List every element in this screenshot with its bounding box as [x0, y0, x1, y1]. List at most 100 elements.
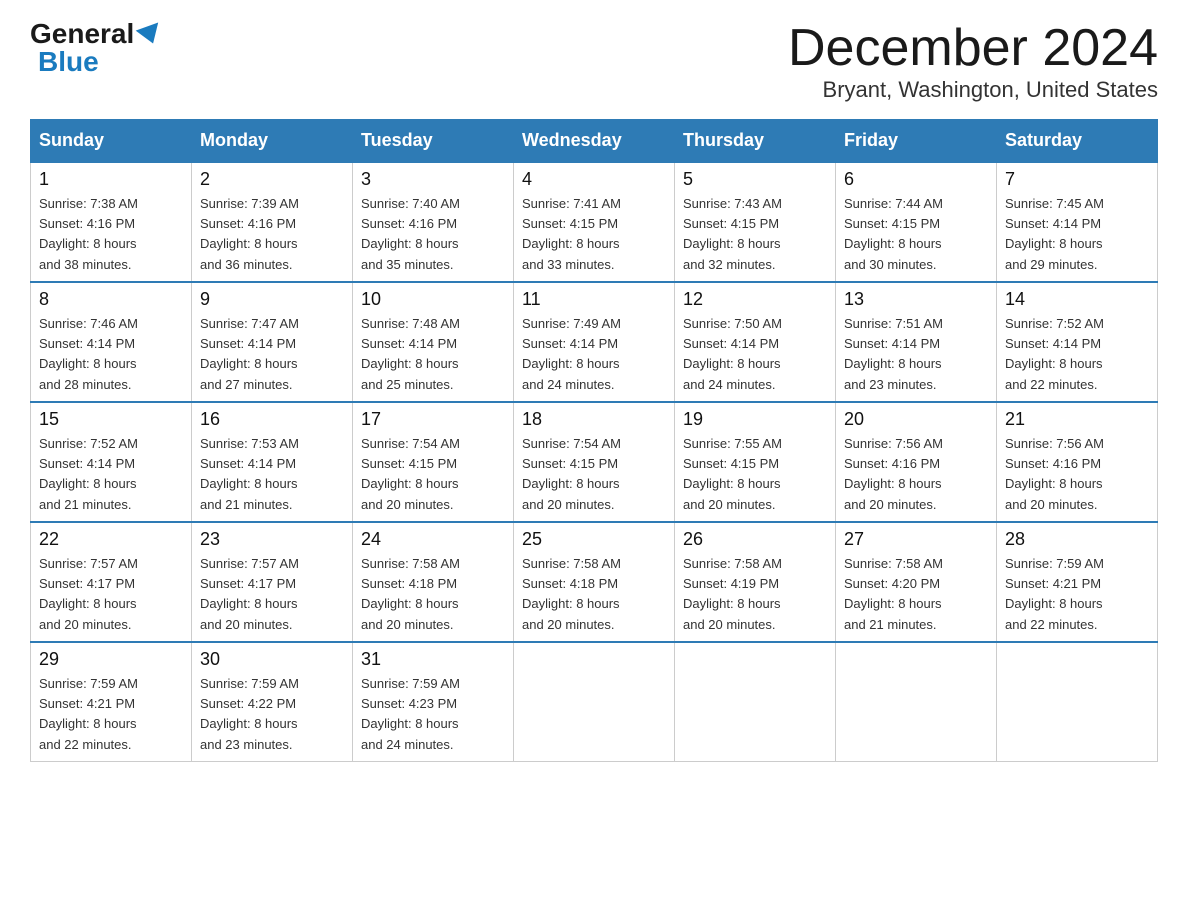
logo-blue-text: Blue [38, 48, 162, 76]
day-number: 12 [683, 289, 827, 310]
header-wednesday: Wednesday [514, 120, 675, 163]
header-friday: Friday [836, 120, 997, 163]
day-number: 31 [361, 649, 505, 670]
calendar-cell: 4 Sunrise: 7:41 AM Sunset: 4:15 PM Dayli… [514, 162, 675, 282]
header-saturday: Saturday [997, 120, 1158, 163]
day-number: 7 [1005, 169, 1149, 190]
calendar-cell: 18 Sunrise: 7:54 AM Sunset: 4:15 PM Dayl… [514, 402, 675, 522]
day-info: Sunrise: 7:58 AM Sunset: 4:18 PM Dayligh… [522, 554, 666, 635]
day-number: 6 [844, 169, 988, 190]
day-info: Sunrise: 7:43 AM Sunset: 4:15 PM Dayligh… [683, 194, 827, 275]
day-number: 19 [683, 409, 827, 430]
day-number: 10 [361, 289, 505, 310]
calendar-header-row: Sunday Monday Tuesday Wednesday Thursday… [31, 120, 1158, 163]
day-number: 21 [1005, 409, 1149, 430]
day-info: Sunrise: 7:49 AM Sunset: 4:14 PM Dayligh… [522, 314, 666, 395]
day-info: Sunrise: 7:59 AM Sunset: 4:21 PM Dayligh… [1005, 554, 1149, 635]
day-info: Sunrise: 7:59 AM Sunset: 4:21 PM Dayligh… [39, 674, 183, 755]
calendar-week-3: 15 Sunrise: 7:52 AM Sunset: 4:14 PM Dayl… [31, 402, 1158, 522]
day-info: Sunrise: 7:54 AM Sunset: 4:15 PM Dayligh… [361, 434, 505, 515]
calendar-cell: 22 Sunrise: 7:57 AM Sunset: 4:17 PM Dayl… [31, 522, 192, 642]
day-info: Sunrise: 7:57 AM Sunset: 4:17 PM Dayligh… [200, 554, 344, 635]
calendar-cell: 15 Sunrise: 7:52 AM Sunset: 4:14 PM Dayl… [31, 402, 192, 522]
calendar-cell: 10 Sunrise: 7:48 AM Sunset: 4:14 PM Dayl… [353, 282, 514, 402]
day-number: 8 [39, 289, 183, 310]
day-number: 14 [1005, 289, 1149, 310]
calendar-cell: 19 Sunrise: 7:55 AM Sunset: 4:15 PM Dayl… [675, 402, 836, 522]
day-info: Sunrise: 7:59 AM Sunset: 4:22 PM Dayligh… [200, 674, 344, 755]
day-info: Sunrise: 7:52 AM Sunset: 4:14 PM Dayligh… [39, 434, 183, 515]
day-info: Sunrise: 7:55 AM Sunset: 4:15 PM Dayligh… [683, 434, 827, 515]
day-info: Sunrise: 7:50 AM Sunset: 4:14 PM Dayligh… [683, 314, 827, 395]
location-text: Bryant, Washington, United States [788, 77, 1158, 103]
logo-triangle-icon [136, 22, 165, 47]
day-number: 20 [844, 409, 988, 430]
day-number: 2 [200, 169, 344, 190]
day-info: Sunrise: 7:52 AM Sunset: 4:14 PM Dayligh… [1005, 314, 1149, 395]
day-number: 29 [39, 649, 183, 670]
calendar-cell: 23 Sunrise: 7:57 AM Sunset: 4:17 PM Dayl… [192, 522, 353, 642]
day-info: Sunrise: 7:56 AM Sunset: 4:16 PM Dayligh… [1005, 434, 1149, 515]
calendar-cell: 11 Sunrise: 7:49 AM Sunset: 4:14 PM Dayl… [514, 282, 675, 402]
calendar-cell: 5 Sunrise: 7:43 AM Sunset: 4:15 PM Dayli… [675, 162, 836, 282]
day-number: 4 [522, 169, 666, 190]
day-info: Sunrise: 7:58 AM Sunset: 4:18 PM Dayligh… [361, 554, 505, 635]
calendar-cell: 31 Sunrise: 7:59 AM Sunset: 4:23 PM Dayl… [353, 642, 514, 761]
day-number: 27 [844, 529, 988, 550]
calendar-table: Sunday Monday Tuesday Wednesday Thursday… [30, 119, 1158, 762]
page-header: General Blue December 2024 Bryant, Washi… [30, 20, 1158, 103]
calendar-cell: 13 Sunrise: 7:51 AM Sunset: 4:14 PM Dayl… [836, 282, 997, 402]
day-number: 11 [522, 289, 666, 310]
logo: General Blue [30, 20, 162, 76]
calendar-cell [997, 642, 1158, 761]
calendar-cell: 20 Sunrise: 7:56 AM Sunset: 4:16 PM Dayl… [836, 402, 997, 522]
day-info: Sunrise: 7:56 AM Sunset: 4:16 PM Dayligh… [844, 434, 988, 515]
calendar-week-1: 1 Sunrise: 7:38 AM Sunset: 4:16 PM Dayli… [31, 162, 1158, 282]
day-info: Sunrise: 7:51 AM Sunset: 4:14 PM Dayligh… [844, 314, 988, 395]
day-info: Sunrise: 7:59 AM Sunset: 4:23 PM Dayligh… [361, 674, 505, 755]
day-info: Sunrise: 7:54 AM Sunset: 4:15 PM Dayligh… [522, 434, 666, 515]
day-info: Sunrise: 7:53 AM Sunset: 4:14 PM Dayligh… [200, 434, 344, 515]
header-monday: Monday [192, 120, 353, 163]
day-info: Sunrise: 7:38 AM Sunset: 4:16 PM Dayligh… [39, 194, 183, 275]
header-thursday: Thursday [675, 120, 836, 163]
day-number: 25 [522, 529, 666, 550]
calendar-cell: 25 Sunrise: 7:58 AM Sunset: 4:18 PM Dayl… [514, 522, 675, 642]
day-info: Sunrise: 7:40 AM Sunset: 4:16 PM Dayligh… [361, 194, 505, 275]
day-info: Sunrise: 7:44 AM Sunset: 4:15 PM Dayligh… [844, 194, 988, 275]
calendar-cell: 1 Sunrise: 7:38 AM Sunset: 4:16 PM Dayli… [31, 162, 192, 282]
day-number: 1 [39, 169, 183, 190]
calendar-week-2: 8 Sunrise: 7:46 AM Sunset: 4:14 PM Dayli… [31, 282, 1158, 402]
calendar-cell: 17 Sunrise: 7:54 AM Sunset: 4:15 PM Dayl… [353, 402, 514, 522]
day-number: 3 [361, 169, 505, 190]
calendar-cell: 14 Sunrise: 7:52 AM Sunset: 4:14 PM Dayl… [997, 282, 1158, 402]
calendar-cell: 21 Sunrise: 7:56 AM Sunset: 4:16 PM Dayl… [997, 402, 1158, 522]
calendar-cell: 8 Sunrise: 7:46 AM Sunset: 4:14 PM Dayli… [31, 282, 192, 402]
day-info: Sunrise: 7:39 AM Sunset: 4:16 PM Dayligh… [200, 194, 344, 275]
calendar-cell [836, 642, 997, 761]
calendar-cell: 24 Sunrise: 7:58 AM Sunset: 4:18 PM Dayl… [353, 522, 514, 642]
day-number: 24 [361, 529, 505, 550]
day-info: Sunrise: 7:41 AM Sunset: 4:15 PM Dayligh… [522, 194, 666, 275]
day-number: 26 [683, 529, 827, 550]
calendar-cell: 3 Sunrise: 7:40 AM Sunset: 4:16 PM Dayli… [353, 162, 514, 282]
logo-general-text: General [30, 20, 134, 48]
calendar-week-5: 29 Sunrise: 7:59 AM Sunset: 4:21 PM Dayl… [31, 642, 1158, 761]
day-number: 15 [39, 409, 183, 430]
day-info: Sunrise: 7:48 AM Sunset: 4:14 PM Dayligh… [361, 314, 505, 395]
calendar-cell [675, 642, 836, 761]
day-number: 22 [39, 529, 183, 550]
calendar-cell: 27 Sunrise: 7:58 AM Sunset: 4:20 PM Dayl… [836, 522, 997, 642]
calendar-cell: 29 Sunrise: 7:59 AM Sunset: 4:21 PM Dayl… [31, 642, 192, 761]
calendar-cell: 26 Sunrise: 7:58 AM Sunset: 4:19 PM Dayl… [675, 522, 836, 642]
day-info: Sunrise: 7:47 AM Sunset: 4:14 PM Dayligh… [200, 314, 344, 395]
day-info: Sunrise: 7:45 AM Sunset: 4:14 PM Dayligh… [1005, 194, 1149, 275]
day-number: 13 [844, 289, 988, 310]
day-info: Sunrise: 7:58 AM Sunset: 4:20 PM Dayligh… [844, 554, 988, 635]
calendar-cell: 16 Sunrise: 7:53 AM Sunset: 4:14 PM Dayl… [192, 402, 353, 522]
day-number: 18 [522, 409, 666, 430]
day-info: Sunrise: 7:57 AM Sunset: 4:17 PM Dayligh… [39, 554, 183, 635]
calendar-week-4: 22 Sunrise: 7:57 AM Sunset: 4:17 PM Dayl… [31, 522, 1158, 642]
month-title: December 2024 [788, 20, 1158, 77]
day-info: Sunrise: 7:46 AM Sunset: 4:14 PM Dayligh… [39, 314, 183, 395]
